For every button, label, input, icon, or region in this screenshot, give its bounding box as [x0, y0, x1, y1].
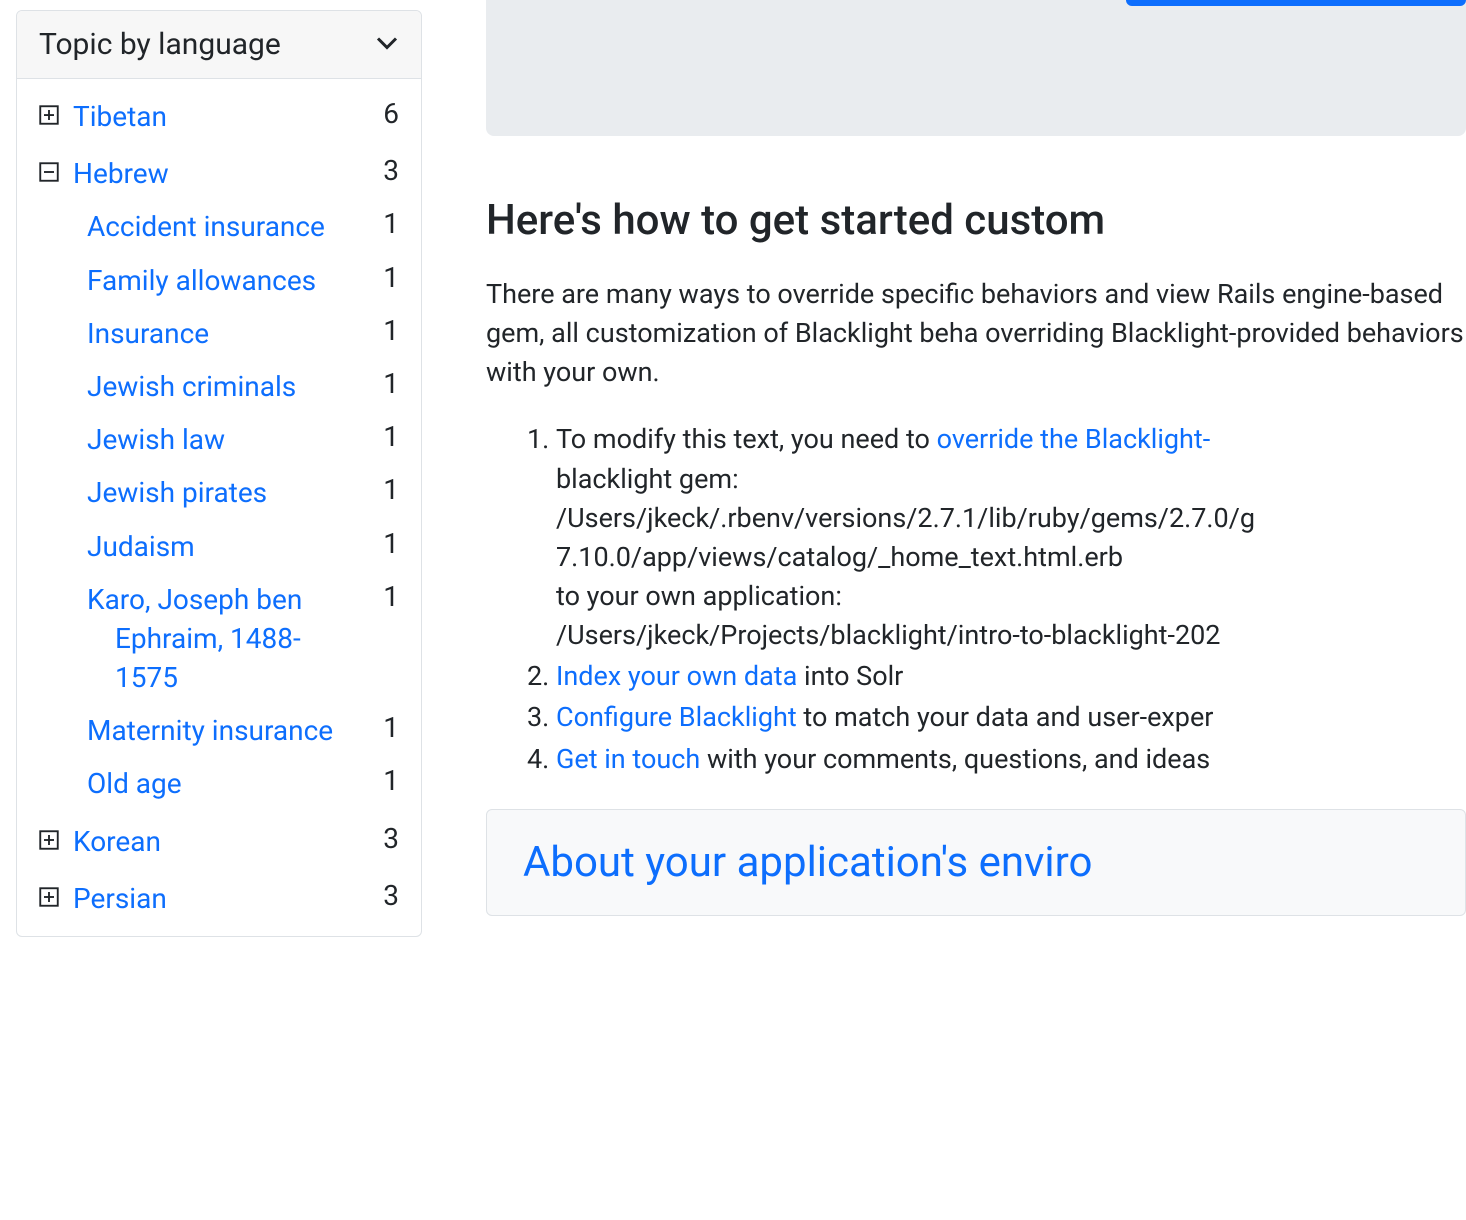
facet-child-count: 1	[383, 764, 399, 797]
facet-child-count: 1	[383, 580, 399, 613]
facet-child-count: 1	[383, 711, 399, 744]
facet-child-count: 1	[383, 367, 399, 400]
facet-child-link[interactable]: Maternity insurance	[87, 711, 333, 750]
facet-child-link[interactable]: Accident insurance	[87, 207, 325, 246]
facet-child-row: Old age 1	[87, 764, 399, 803]
facet-child-row: Maternity insurance 1	[87, 711, 399, 750]
facet-item-persian: Persian 3	[39, 879, 399, 918]
facet-child-link[interactable]: Old age	[87, 764, 182, 803]
file-path: 7.10.0/app/views/catalog/_home_text.html…	[556, 541, 1123, 573]
list-item: Get in touch with your comments, questio…	[556, 740, 1466, 779]
facet-count: 6	[383, 97, 399, 130]
list-item: Index your own data into Solr	[556, 657, 1466, 696]
facet-link-korean[interactable]: Korean	[73, 822, 161, 861]
list-text: To modify this text, you need to	[556, 423, 937, 455]
facet-child-count: 1	[383, 527, 399, 560]
list-text: blacklight gem:	[556, 463, 739, 495]
facet-item-korean: Korean 3	[39, 822, 399, 861]
facet-child-count: 1	[383, 314, 399, 347]
facet-count: 3	[383, 822, 399, 855]
collapse-icon[interactable]	[39, 154, 73, 186]
expand-icon[interactable]	[39, 822, 73, 854]
facet-children-hebrew: Accident insurance 1 Family allowances 1…	[39, 207, 399, 803]
facet-child-link[interactable]: Judaism	[87, 527, 195, 566]
facet-child-row: Accident insurance 1	[87, 207, 399, 246]
list-text: into Solr	[797, 660, 903, 692]
environment-link[interactable]: About your application's enviro	[523, 838, 1092, 887]
facet-count: 3	[383, 154, 399, 187]
facet-child-row: Jewish pirates 1	[87, 473, 399, 512]
main-content: Here's how to get started custom There a…	[438, 0, 1466, 1220]
configure-link[interactable]: Configure Blacklight	[556, 701, 797, 733]
list-text: with your comments, questions, and ideas	[700, 743, 1210, 775]
facet-child-row: Jewish law 1	[87, 420, 399, 459]
facet-child-row: Family allowances 1	[87, 261, 399, 300]
file-path: /Users/jkeck/Projects/blacklight/intro-t…	[556, 619, 1220, 651]
facet-child-link[interactable]: Jewish criminals	[87, 367, 296, 406]
expand-icon[interactable]	[39, 97, 73, 129]
intro-paragraph: There are many ways to override specific…	[486, 275, 1466, 392]
facet-child-count: 1	[383, 261, 399, 294]
facet-child-link[interactable]: Karo, Joseph ben Ephraim, 1488-1575	[87, 580, 347, 698]
get-in-touch-link[interactable]: Get in touch	[556, 743, 700, 775]
getting-started-heading: Here's how to get started custom	[486, 196, 1466, 245]
steps-list: To modify this text, you need to overrid…	[486, 420, 1466, 778]
list-item: To modify this text, you need to overrid…	[556, 420, 1466, 655]
hero-box	[486, 0, 1466, 136]
override-link[interactable]: override the Blacklight-	[937, 423, 1211, 455]
list-item: Configure Blacklight to match your data …	[556, 698, 1466, 737]
blue-accent-bar	[1126, 0, 1466, 6]
facet-child-count: 1	[383, 420, 399, 453]
facet-count: 3	[383, 879, 399, 912]
facet-child-count: 1	[383, 473, 399, 506]
facet-body: Tibetan 6	[17, 79, 421, 936]
facet-child-count: 1	[383, 207, 399, 240]
chevron-down-icon	[375, 31, 399, 59]
facet-child-row: Insurance 1	[87, 314, 399, 353]
environment-box: About your application's enviro	[486, 809, 1466, 916]
expand-icon[interactable]	[39, 879, 73, 911]
list-text: to your own application:	[556, 580, 842, 612]
facet-link-persian[interactable]: Persian	[73, 879, 167, 918]
facet-child-link[interactable]: Family allowances	[87, 261, 316, 300]
facet-child-link[interactable]: Jewish law	[87, 420, 225, 459]
sidebar: Topic by language	[0, 0, 438, 1220]
facet-link-hebrew[interactable]: Hebrew	[73, 154, 169, 193]
list-text: to match your data and user-exper	[797, 701, 1214, 733]
facet-item-tibetan: Tibetan 6	[39, 97, 399, 136]
facet-header[interactable]: Topic by language	[17, 11, 421, 79]
facet-panel: Topic by language	[16, 10, 422, 937]
facet-child-link[interactable]: Insurance	[87, 314, 209, 353]
facet-item-hebrew: Hebrew 3 Accident insurance 1 Family all…	[39, 154, 399, 803]
facet-child-row: Judaism 1	[87, 527, 399, 566]
file-path: /Users/jkeck/.rbenv/versions/2.7.1/lib/r…	[556, 502, 1255, 534]
facet-child-row: Jewish criminals 1	[87, 367, 399, 406]
facet-link-tibetan[interactable]: Tibetan	[73, 97, 167, 136]
facet-title: Topic by language	[39, 27, 281, 62]
facet-child-link[interactable]: Jewish pirates	[87, 473, 267, 512]
index-data-link[interactable]: Index your own data	[556, 660, 797, 692]
facet-child-row: Karo, Joseph ben Ephraim, 1488-1575 1	[87, 580, 399, 698]
